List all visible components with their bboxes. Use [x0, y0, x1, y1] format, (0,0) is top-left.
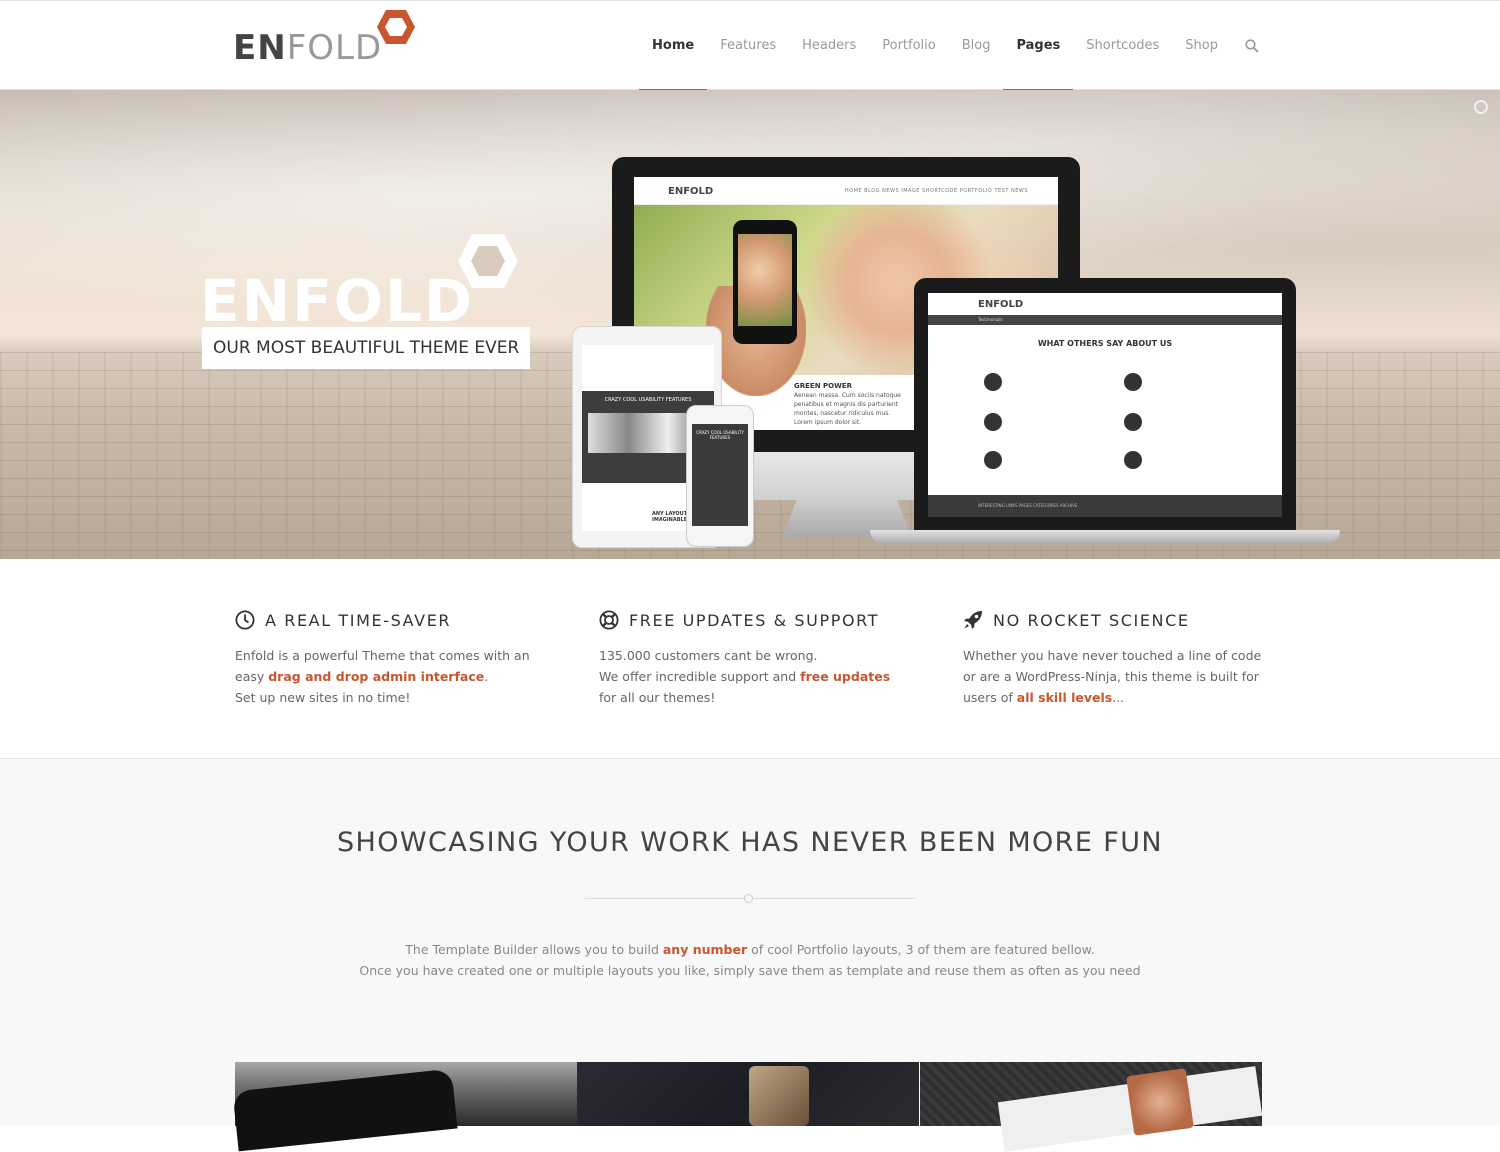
imac-site-logo: ENFOLD — [668, 186, 714, 197]
logo-part1: EN — [233, 28, 287, 68]
imac-content-block: GREEN POWER Aenean massa. Cum sociis nat… — [794, 382, 904, 427]
feature-text-part: for all our themes! — [599, 690, 716, 705]
hero-hexagon-icon — [458, 234, 518, 288]
nav-item-portfolio[interactable]: Portfolio — [869, 1, 948, 90]
ipad-section-title: CRAZY COOL USABILITY FEATURES — [604, 397, 692, 403]
search-button[interactable] — [1231, 1, 1265, 90]
feature-text: Enfold is a powerful Theme that comes wi… — [235, 645, 535, 708]
nav-label: Pages — [1016, 38, 1061, 53]
search-icon — [1245, 38, 1259, 53]
feature-time-saver: A REAL TIME-SAVER Enfold is a powerful T… — [235, 609, 535, 708]
hero-tagline: OUR MOST BEAUTIFUL THEME EVER — [202, 327, 531, 369]
showcase-section: SHOWCASING YOUR WORK HAS NEVER BEEN MORE… — [0, 758, 1500, 1152]
showcase-paragraph-2: Once you have created one or multiple la… — [359, 963, 1141, 978]
nav-item-headers[interactable]: Headers — [789, 1, 869, 90]
nav-label: Shortcodes — [1086, 38, 1160, 53]
any-number-link[interactable]: any number — [663, 942, 747, 957]
feature-text: 135.000 customers cant be wrong. We offe… — [599, 645, 899, 708]
iphone-device: CRAZY COOL USABILITY FEATURES — [686, 405, 754, 547]
macbook-bar-label: Testimonials — [978, 317, 1003, 322]
feature-title: FREE UPDATES & SUPPORT — [599, 609, 899, 631]
feature-text-part: ... — [1112, 690, 1125, 705]
nav-label: Home — [652, 38, 695, 53]
main-nav: Home Features Headers Portfolio Blog Pag… — [639, 1, 1265, 91]
drag-drop-link[interactable]: drag and drop admin interface — [268, 669, 484, 684]
testimonial-avatar — [984, 373, 1002, 391]
features-section: A REAL TIME-SAVER Enfold is a powerful T… — [0, 559, 1500, 758]
feature-heading: FREE UPDATES & SUPPORT — [629, 610, 880, 630]
feature-text-part: 135.000 customers cant be wrong. — [599, 648, 818, 663]
feature-no-rocket-science: NO ROCKET SCIENCE Whether you have never… — [963, 609, 1263, 708]
feature-title: NO ROCKET SCIENCE — [963, 609, 1263, 631]
showcase-paragraph-1: The Template Builder allows you to build… — [0, 939, 1500, 960]
logo-text: ENFOLD — [233, 31, 382, 65]
nav-item-blog[interactable]: Blog — [949, 1, 1004, 90]
portfolio-glass-image — [749, 1066, 809, 1126]
imac-heading: GREEN POWER — [794, 382, 852, 390]
site-header: ENFOLD Home Features Headers Portfolio B… — [0, 0, 1500, 91]
macbook-footer: INTERESTING LINKS PAGES CATEGORIES ARCHI… — [928, 495, 1282, 517]
nav-label: Headers — [802, 38, 857, 53]
testimonial-avatar — [984, 451, 1002, 469]
imac-site-links: HOME BLOG NEWS IMAGE SHORTCODE PORTFOLIO… — [844, 188, 1028, 194]
feature-title: A REAL TIME-SAVER — [235, 609, 535, 631]
portfolio-phone-image — [232, 1068, 458, 1152]
nav-label: Shop — [1185, 38, 1218, 53]
nav-item-pages[interactable]: Pages — [1003, 1, 1074, 91]
imac-site-nav: ENFOLD HOME BLOG NEWS IMAGE SHORTCODE PO… — [634, 177, 1058, 205]
showcase-text-part: The Template Builder allows you to build — [405, 942, 663, 957]
logo-part2: FOLD — [286, 28, 383, 68]
feature-text-part: . — [484, 669, 489, 684]
hero-slider[interactable]: ENFOLD OUR MOST BEAUTIFUL THEME EVER ENF… — [0, 90, 1500, 559]
hero-logo-text: ENFOLD — [200, 267, 475, 335]
logo-hexagon-icon — [377, 10, 415, 44]
showcase-heading: SHOWCASING YOUR WORK HAS NEVER BEEN MORE… — [337, 827, 1163, 858]
macbook-device: ENFOLD Testimonials WHAT OTHERS SAY ABOU… — [914, 278, 1296, 531]
testimonial-avatar — [984, 413, 1002, 431]
nav-item-home[interactable]: Home — [639, 1, 708, 91]
iphone-screen — [738, 234, 792, 326]
portfolio-item-2[interactable] — [577, 1062, 919, 1126]
nav-label: Features — [720, 38, 777, 53]
nav-item-shop[interactable]: Shop — [1172, 1, 1231, 90]
imac-paragraph: Aenean massa. Cum sociis natoque penatib… — [794, 392, 901, 426]
macbook-footer-links: INTERESTING LINKS PAGES CATEGORIES ARCHI… — [978, 503, 1078, 508]
iphone-in-hand — [733, 220, 797, 344]
macbook-site-logo: ENFOLD — [978, 299, 1024, 310]
portfolio-item-1[interactable] — [232, 1062, 577, 1152]
feature-heading: A REAL TIME-SAVER — [265, 610, 452, 630]
rocket-icon — [964, 611, 982, 629]
macbook-title-bar: Testimonials — [928, 315, 1282, 325]
site-logo[interactable]: ENFOLD — [233, 9, 423, 65]
iphone-section-title: CRAZY COOL USABILITY FEATURES — [696, 430, 744, 440]
divider-dot — [744, 894, 753, 903]
iphone-small-screen: CRAZY COOL USABILITY FEATURES — [692, 424, 748, 526]
nav-item-features[interactable]: Features — [707, 1, 789, 90]
portfolio-item-3[interactable] — [920, 1062, 1263, 1152]
showcase-text-part: of cool Portfolio layouts, 3 of them are… — [747, 942, 1095, 957]
free-updates-link[interactable]: free updates — [800, 669, 890, 684]
feature-free-updates: FREE UPDATES & SUPPORT 135.000 customers… — [599, 609, 899, 708]
nav-label: Portfolio — [882, 38, 936, 53]
feature-text: Whether you have never touched a line of… — [963, 645, 1263, 708]
feature-text-part: We offer incredible support and — [599, 669, 801, 684]
nav-label: Blog — [961, 38, 991, 53]
macbook-screen: ENFOLD Testimonials WHAT OTHERS SAY ABOU… — [928, 293, 1282, 517]
feature-heading: NO ROCKET SCIENCE — [993, 610, 1190, 630]
portfolio-portrait-image — [1126, 1068, 1194, 1136]
feature-text-part: Set up new sites in no time! — [235, 690, 411, 705]
clock-icon — [235, 610, 255, 630]
macbook-base — [870, 530, 1340, 544]
nav-item-shortcodes[interactable]: Shortcodes — [1073, 1, 1172, 90]
lifebuoy-icon — [599, 610, 619, 630]
testimonial-avatar — [1124, 451, 1142, 469]
skill-levels-link[interactable]: all skill levels — [1017, 690, 1112, 705]
testimonial-avatar — [1124, 413, 1142, 431]
testimonial-avatar — [1124, 373, 1142, 391]
slider-indicator[interactable] — [1474, 100, 1488, 114]
macbook-section-title: WHAT OTHERS SAY ABOUT US — [1037, 339, 1173, 348]
